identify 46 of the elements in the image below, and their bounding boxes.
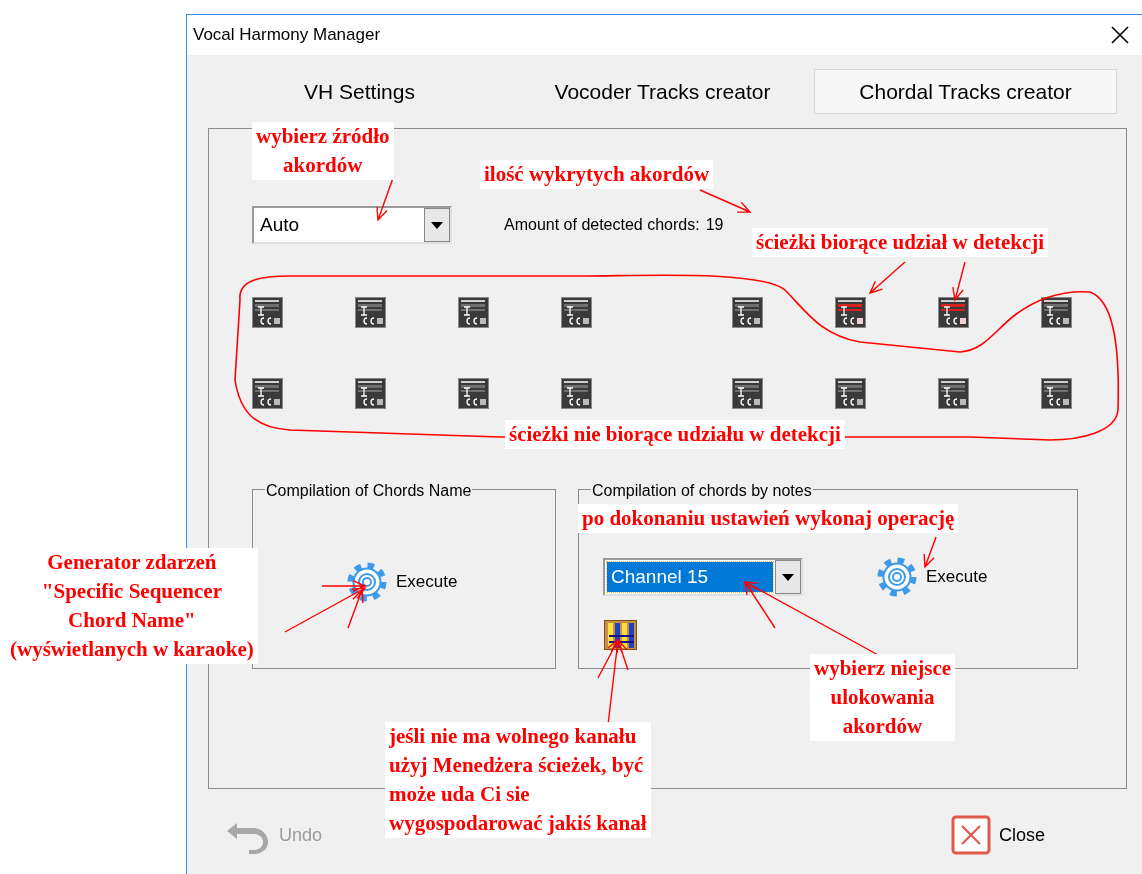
close-icon[interactable] bbox=[1110, 25, 1130, 45]
detected-label: Amount of detected chords: bbox=[504, 215, 700, 235]
annotation-note: ścieżki biorące udział w detekcji bbox=[752, 228, 1049, 257]
track-icon[interactable] bbox=[458, 378, 489, 409]
track-icon[interactable] bbox=[835, 378, 866, 409]
execute-button[interactable]: Execute bbox=[876, 556, 988, 598]
channel-dropdown[interactable]: Channel 15 bbox=[603, 558, 803, 596]
annotation-note: wybierz źródło akordów bbox=[252, 122, 394, 180]
close-button[interactable]: Close bbox=[950, 815, 1045, 855]
track-icon[interactable] bbox=[1041, 297, 1072, 328]
leader-line bbox=[868, 261, 906, 295]
track-icon[interactable] bbox=[355, 378, 386, 409]
window-title: Vocal Harmony Manager bbox=[193, 24, 381, 47]
track-icon[interactable] bbox=[1041, 378, 1072, 409]
close-icon bbox=[950, 815, 991, 855]
track-icon[interactable] bbox=[732, 297, 763, 328]
gear-icon bbox=[876, 556, 918, 598]
track-icon[interactable] bbox=[561, 297, 592, 328]
caret-icon bbox=[782, 573, 794, 581]
leader-line bbox=[376, 177, 394, 222]
track-icon[interactable] bbox=[835, 297, 866, 328]
execute-button[interactable]: Execute bbox=[346, 561, 458, 603]
track-manager-icon[interactable] bbox=[604, 620, 637, 650]
annotation-note: ścieżki nie biorące udziału w detekcji bbox=[505, 420, 845, 449]
tab[interactable]: VH Settings bbox=[208, 69, 511, 114]
annotation-note: po dokonaniu ustawień wykonaj operację bbox=[578, 504, 959, 533]
track-icon[interactable] bbox=[458, 297, 489, 328]
tab[interactable]: Vocoder Tracks creator bbox=[511, 69, 814, 114]
tab[interactable]: Chordal Tracks creator bbox=[814, 69, 1117, 114]
annotation-note: ilość wykrytych akordów bbox=[480, 160, 714, 189]
track-icon[interactable] bbox=[938, 297, 969, 328]
track-icon[interactable] bbox=[252, 297, 283, 328]
track-icon[interactable] bbox=[355, 297, 386, 328]
track-icon[interactable] bbox=[561, 378, 592, 409]
detected-count: 19 bbox=[705, 215, 724, 235]
leader-line bbox=[952, 261, 966, 302]
gear-icon bbox=[346, 561, 388, 603]
source-dropdown[interactable]: Auto bbox=[252, 206, 452, 244]
caret-icon bbox=[431, 221, 443, 229]
annotation-note: jeśli nie ma wolnego kanału użyj Menedżera ścieżek, być może uda Ci sie wygospodarować jakiś kanał bbox=[385, 722, 651, 838]
track-icon[interactable] bbox=[252, 378, 283, 409]
track-icon[interactable] bbox=[938, 378, 969, 409]
leader-line bbox=[923, 536, 937, 569]
track-icon[interactable] bbox=[732, 378, 763, 409]
annotation-note: wybierz niejsce ulokowania akordów bbox=[810, 654, 956, 741]
leader-line bbox=[699, 189, 752, 213]
